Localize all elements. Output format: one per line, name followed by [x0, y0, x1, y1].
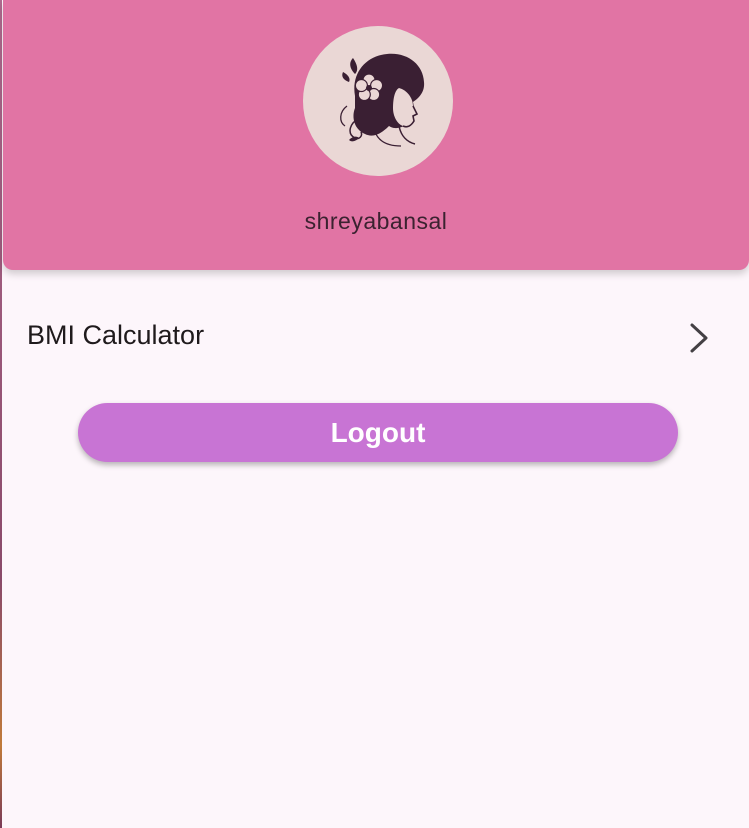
menu-item-label: BMI Calculator [27, 320, 205, 350]
avatar [303, 26, 453, 176]
woman-flower-portrait-icon [340, 53, 425, 147]
window-left-edge [0, 0, 2, 828]
profile-header: shreyabansal [3, 0, 749, 270]
username-label: shreyabansal [304, 208, 448, 234]
logout-button[interactable]: Logout [78, 403, 678, 462]
chevron-right-icon [690, 323, 708, 353]
menu-item-bmi-calculator[interactable]: BMI Calculator [3, 300, 749, 374]
